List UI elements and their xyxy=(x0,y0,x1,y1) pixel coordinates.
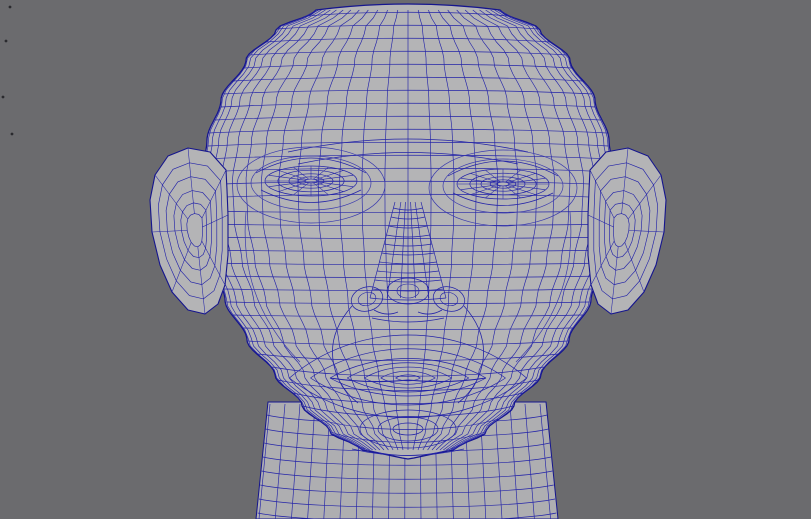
screen-speck xyxy=(8,5,12,9)
screen-speck xyxy=(4,39,8,43)
screen-speck xyxy=(10,132,14,136)
viewport-canvas[interactable] xyxy=(0,0,811,519)
screen-speck xyxy=(1,95,5,99)
head-wireframe-model[interactable] xyxy=(0,0,811,519)
